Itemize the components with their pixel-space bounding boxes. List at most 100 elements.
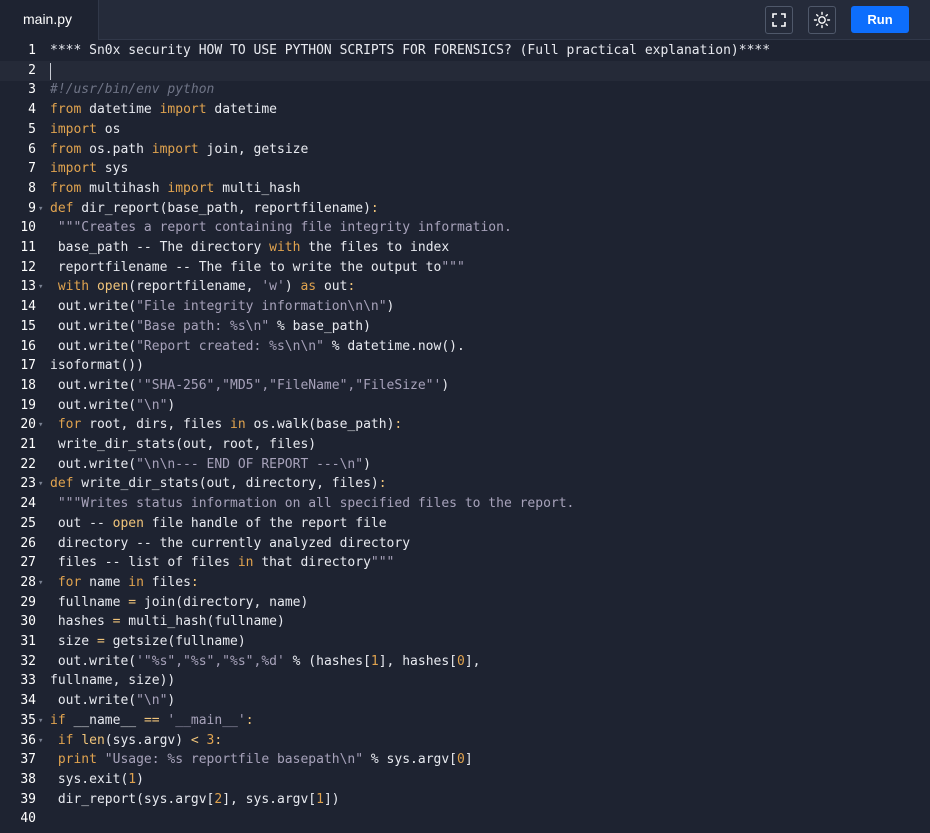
line-number: 7	[28, 161, 36, 177]
code-line[interactable]: 31 size = getsize(fullname)	[0, 632, 930, 652]
code-line-text: import sys	[50, 161, 129, 177]
line-number: 17	[20, 358, 36, 374]
code-line[interactable]: 23 ▾ def write_dir_stats(out, directory, f…	[0, 474, 930, 494]
code-line-text: for root, dirs, files in os.walk(base_pa…	[57, 417, 403, 433]
code-line[interactable]: 32 out.write('"%s","%s","%s",%d' % (hash…	[0, 652, 930, 672]
line-number: 21	[20, 437, 36, 452]
code-line[interactable]: 6 from os.path import join, getsize	[0, 140, 930, 160]
code-line[interactable]: 10 """Creates a report containing file i…	[0, 218, 930, 238]
line-number: 36	[20, 732, 36, 748]
code-line-text: if len(sys.argv) < 3:	[57, 732, 223, 748]
code-line[interactable]: 38 sys.exit(1)	[0, 770, 930, 790]
line-number: 8	[28, 180, 36, 196]
line-number: 37	[20, 752, 36, 768]
code-line[interactable]: 16 out.write("Report created: %s\n\n" % …	[0, 337, 930, 357]
code-line-text: hashes = multi_hash(fullname)	[50, 614, 285, 630]
file-tab-main-py[interactable]: main.py	[0, 0, 99, 40]
fold-toggle-icon[interactable]: ▾	[38, 731, 43, 751]
line-number: 9	[28, 200, 36, 216]
code-line[interactable]: 37 print "Usage: %s reportfile basepath\…	[0, 750, 930, 770]
code-line-text: dir_report(sys.argv[2], sys.argv[1])	[50, 791, 340, 807]
code-line[interactable]: 17 isoformat())	[0, 356, 930, 376]
code-line-text: files -- list of files in that directory…	[50, 555, 395, 571]
code-line-text: **** Sn0x security HOW TO USE PYTHON SCR…	[50, 43, 771, 58]
code-line[interactable]: 29 fullname = join(directory, name)	[0, 593, 930, 613]
code-line[interactable]: 7 import sys	[0, 159, 930, 179]
fold-toggle-icon[interactable]: ▾	[38, 277, 43, 297]
theme-toggle-button[interactable]	[808, 6, 836, 34]
code-line[interactable]: 11 base_path -- The directory with the f…	[0, 238, 930, 258]
code-line-text: out.write("\n")	[50, 397, 176, 413]
code-line[interactable]: 33 fullname, size))	[0, 671, 930, 691]
code-line[interactable]: 34 out.write("\n")	[0, 691, 930, 711]
code-line[interactable]: 26 directory -- the currently analyzed d…	[0, 534, 930, 554]
fold-toggle-icon[interactable]: ▾	[38, 573, 43, 593]
run-button[interactable]: Run	[851, 6, 909, 33]
code-line[interactable]: 8 from multihash import multi_hash	[0, 179, 930, 199]
line-number: 28	[20, 574, 36, 590]
line-number: 39	[20, 791, 36, 807]
code-line[interactable]: 1 **** Sn0x security HOW TO USE PYTHON SC…	[0, 41, 930, 61]
code-line[interactable]: 18 out.write('"SHA-256","MD5","FileName"…	[0, 376, 930, 396]
line-number: 18	[20, 377, 36, 393]
line-number: 1	[28, 43, 36, 58]
line-number: 15	[20, 318, 36, 334]
code-editor: main.py Run 1 **** Sn0x security HOW TO …	[0, 0, 930, 833]
line-number: 32	[20, 653, 36, 669]
code-line[interactable]: 20 ▾ for root, dirs, files in os.walk(bas…	[0, 415, 930, 435]
sun-icon	[813, 11, 831, 29]
code-line[interactable]: 5 import os	[0, 120, 930, 140]
fold-toggle-icon[interactable]: ▾	[38, 415, 43, 435]
code-line-text: def dir_report(base_path, reportfilename…	[50, 200, 379, 216]
code-line-text: out.write("Base path: %s\n" % base_path)	[50, 318, 371, 334]
line-number: 31	[20, 634, 36, 649]
line-number: 3	[28, 82, 36, 98]
code-line[interactable]: 36 ▾ if len(sys.argv) < 3:	[0, 731, 930, 751]
editor-toolbar: main.py Run	[0, 0, 930, 40]
code-line[interactable]: 14 out.write("File integrity information…	[0, 297, 930, 317]
line-number: 19	[20, 397, 36, 413]
code-line[interactable]: 13 ▾ with open(reportfilename, 'w') as ou…	[0, 277, 930, 297]
fold-toggle-icon[interactable]: ▾	[38, 474, 43, 494]
code-line[interactable]: 4 from datetime import datetime	[0, 100, 930, 120]
line-number: 27	[20, 555, 36, 571]
code-line[interactable]: 35 ▾ if __name__ == '__main__':	[0, 711, 930, 731]
code-line-text: sys.exit(1)	[50, 771, 144, 787]
code-line[interactable]: 19 out.write("\n")	[0, 396, 930, 416]
code-line[interactable]: 2	[0, 60, 930, 81]
line-number: 20	[20, 417, 36, 433]
code-line[interactable]: 25 out -- open file handle of the report…	[0, 514, 930, 534]
code-line[interactable]: 24 """Writes status information on all s…	[0, 494, 930, 514]
code-line-text: out.write('"SHA-256","MD5","FileName","F…	[50, 377, 450, 393]
code-line[interactable]: 30 hashes = multi_hash(fullname)	[0, 612, 930, 632]
code-line-text: """Writes status information on all spec…	[57, 496, 575, 512]
code-line[interactable]: 39 dir_report(sys.argv[2], sys.argv[1])	[0, 790, 930, 810]
code-line[interactable]: 3 #!/usr/bin/env python	[0, 80, 930, 100]
line-number: 38	[20, 771, 36, 787]
fold-toggle-icon[interactable]: ▾	[38, 711, 43, 731]
code-line-text: if __name__ == '__main__':	[50, 712, 254, 728]
code-line-text: out -- open file handle of the report fi…	[50, 515, 387, 531]
line-number: 25	[20, 515, 36, 531]
line-number: 14	[20, 299, 36, 315]
code-line[interactable]: 22 out.write("\n\n--- END OF REPORT ---\…	[0, 455, 930, 475]
line-number: 23	[20, 476, 36, 492]
code-line[interactable]: 9 ▾ def dir_report(base_path, reportfilena…	[0, 199, 930, 219]
code-line[interactable]: 21 write_dir_stats(out, root, files)	[0, 435, 930, 455]
code-line-text: out.write("\n")	[50, 693, 176, 709]
code-line[interactable]: 12 reportfilename -- The file to write t…	[0, 258, 930, 278]
code-area[interactable]: 1 **** Sn0x security HOW TO USE PYTHON SC…	[0, 40, 930, 833]
code-line[interactable]: 40	[0, 809, 930, 829]
line-number: 26	[20, 535, 36, 551]
line-number: 30	[20, 614, 36, 630]
fold-toggle-icon[interactable]: ▾	[38, 199, 43, 219]
code-line-text: with open(reportfilename, 'w') as out:	[57, 279, 356, 295]
code-line[interactable]: 28 ▾ for name in files:	[0, 573, 930, 593]
line-number: 16	[20, 338, 36, 354]
line-number: 2	[28, 62, 36, 78]
line-number: 34	[20, 693, 36, 709]
code-line[interactable]: 27 files -- list of files in that direct…	[0, 553, 930, 573]
code-line-text: out.write('"%s","%s","%s",%d' % (hashes[…	[50, 653, 481, 669]
fullscreen-button[interactable]	[765, 6, 793, 34]
code-line[interactable]: 15 out.write("Base path: %s\n" % base_pa…	[0, 317, 930, 337]
